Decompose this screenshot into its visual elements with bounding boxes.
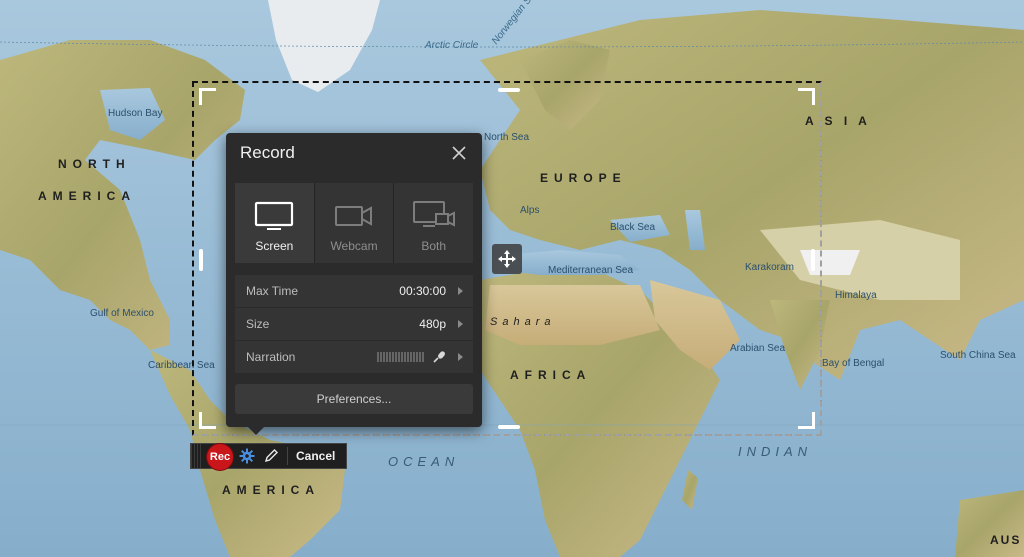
dialog-title: Record	[240, 143, 295, 162]
size-setting[interactable]: Size 480p	[235, 308, 473, 340]
toolbar-drag-grip[interactable]	[191, 444, 201, 468]
resize-handle-top-right[interactable]	[798, 88, 815, 105]
size-label: Size	[246, 317, 270, 331]
max-time-value: 00:30:00	[399, 284, 446, 298]
move-arrows-icon	[498, 250, 516, 268]
resize-handle-bottom[interactable]	[498, 425, 520, 429]
narration-label: Narration	[246, 350, 296, 364]
gear-icon	[239, 448, 255, 464]
record-dialog: Record Screen Webcam Both Max Time 00:30…	[226, 133, 482, 435]
close-icon	[452, 146, 466, 160]
source-screen-label: Screen	[255, 239, 294, 253]
map-label-arctic-circle: Arctic Circle	[425, 40, 479, 51]
max-time-label: Max Time	[246, 284, 299, 298]
chevron-right-icon	[458, 353, 463, 361]
toolbar-divider	[287, 447, 288, 465]
cancel-button[interactable]: Cancel	[296, 449, 335, 463]
move-handle[interactable]	[492, 244, 522, 274]
map-label-south-china-sea: South China Sea	[940, 350, 1016, 361]
map-label-australia: AUS	[990, 533, 1022, 547]
resize-handle-left[interactable]	[199, 249, 203, 271]
microphone-icon	[433, 351, 445, 363]
pencil-icon	[264, 449, 278, 463]
map-label-hudson-bay: Hudson Bay	[108, 108, 163, 119]
map-label-north: NORTH	[58, 157, 131, 171]
resize-handle-right[interactable]	[811, 249, 815, 271]
map-label-ocean: OCEAN	[388, 454, 460, 469]
map-label-south-america: AMERICA	[222, 483, 320, 497]
resize-handle-top[interactable]	[498, 88, 520, 92]
chevron-right-icon	[458, 287, 463, 295]
capture-toolbar: Rec Cancel	[190, 443, 347, 470]
resize-handle-bottom-right[interactable]	[798, 412, 815, 429]
map-label-indian: INDIAN	[738, 444, 813, 459]
screen-and-webcam-icon	[412, 201, 455, 227]
record-source-selector: Screen Webcam Both	[235, 183, 474, 263]
size-value: 480p	[419, 317, 446, 331]
settings-button[interactable]	[237, 446, 257, 466]
narration-setting[interactable]: Narration	[235, 341, 473, 373]
source-both-label: Both	[421, 239, 447, 253]
screen-icon	[255, 201, 294, 230]
resize-handle-bottom-left[interactable]	[199, 412, 216, 429]
webcam-icon	[335, 206, 372, 226]
preferences-button[interactable]: Preferences...	[235, 384, 473, 414]
draw-button[interactable]	[261, 446, 281, 466]
map-label-bay-of-bengal: Bay of Bengal	[822, 358, 885, 369]
map-label-north-america: AMERICA	[38, 189, 136, 203]
resize-handle-top-left[interactable]	[199, 88, 216, 105]
map-label-himalaya: Himalaya	[835, 290, 877, 301]
source-webcam-button[interactable]: Webcam	[314, 183, 394, 263]
source-webcam-label: Webcam	[330, 239, 378, 253]
rec-button[interactable]: Rec	[207, 444, 233, 470]
dialog-header: Record	[226, 133, 482, 173]
close-button[interactable]	[450, 144, 468, 162]
map-label-gulf-of-mexico: Gulf of Mexico	[90, 308, 154, 319]
source-screen-button[interactable]: Screen	[235, 183, 314, 263]
record-settings-list: Max Time 00:30:00 Size 480p Narration	[235, 275, 473, 374]
max-time-setting[interactable]: Max Time 00:30:00	[235, 275, 473, 307]
audio-level-meter	[377, 352, 424, 362]
source-both-button[interactable]: Both	[394, 183, 474, 263]
chevron-right-icon	[458, 320, 463, 328]
